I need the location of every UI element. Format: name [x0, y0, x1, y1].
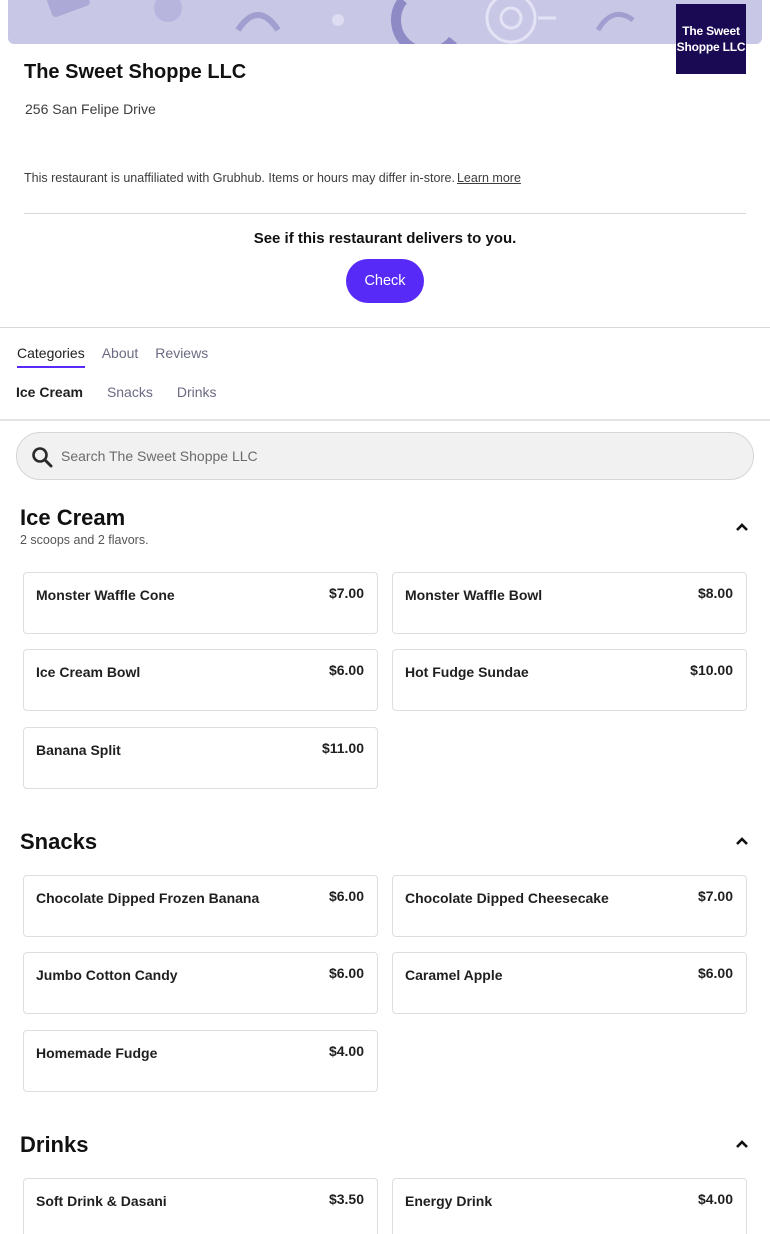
item-name: Jumbo Cotton Candy	[36, 967, 178, 983]
menu-search	[16, 432, 754, 480]
search-input[interactable]	[61, 433, 741, 479]
item-name: Chocolate Dipped Frozen Banana	[36, 890, 260, 906]
chevron-up-icon[interactable]	[733, 1135, 751, 1153]
category-nav: Ice Cream Snacks Drinks	[16, 384, 217, 400]
item-price: $7.00	[328, 585, 364, 601]
item-price: $4.00	[328, 1043, 364, 1059]
menu-item-card[interactable]: Chocolate Dipped Frozen Banana $6.00	[23, 875, 378, 937]
menu-item-card[interactable]: Hot Fudge Sundae $10.00	[392, 649, 747, 711]
divider	[0, 419, 770, 421]
search-icon	[32, 447, 53, 468]
section-subtitle-ice-cream: 2 scoops and 2 flavors.	[20, 533, 149, 547]
item-price: $6.00	[697, 965, 733, 981]
section-title-snacks: Snacks	[20, 829, 98, 854]
item-price: $11.00	[321, 740, 364, 756]
delivery-prompt: See if this restaurant delivers to you.	[253, 230, 517, 247]
restaurant-name: The Sweet Shoppe LLC	[24, 61, 247, 83]
unaffiliated-disclaimer: This restaurant is unaffiliated with Gru…	[24, 171, 521, 185]
check-delivery-button[interactable]: Check	[346, 259, 424, 303]
tab-reviews[interactable]: Reviews	[155, 345, 208, 368]
menu-item-card[interactable]: Monster Waffle Cone $7.00	[23, 572, 378, 634]
item-price: $6.00	[328, 888, 364, 904]
menu-item-card[interactable]: Monster Waffle Bowl $8.00	[392, 572, 747, 634]
item-name: Monster Waffle Cone	[36, 587, 175, 603]
chevron-up-icon[interactable]	[733, 832, 751, 850]
item-name: Hot Fudge Sundae	[405, 664, 529, 680]
item-price: $6.00	[328, 965, 364, 981]
item-price: $3.50	[328, 1191, 364, 1207]
divider	[0, 327, 770, 328]
category-nav-ice-cream[interactable]: Ice Cream	[16, 384, 83, 400]
tab-about[interactable]: About	[102, 345, 139, 368]
menu-item-card[interactable]: Jumbo Cotton Candy $6.00	[23, 952, 378, 1014]
item-name: Homemade Fudge	[36, 1045, 158, 1061]
divider	[24, 213, 746, 214]
menu-item-card[interactable]: Ice Cream Bowl $6.00	[23, 649, 378, 711]
menu-item-card[interactable]: Homemade Fudge $4.00	[23, 1030, 378, 1092]
menu-item-card[interactable]: Chocolate Dipped Cheesecake $7.00	[392, 875, 747, 937]
item-name: Chocolate Dipped Cheesecake	[405, 890, 609, 906]
tab-categories[interactable]: Categories	[17, 345, 85, 368]
item-name: Banana Split	[36, 742, 121, 758]
hero-banner	[8, 0, 762, 44]
item-price: $4.00	[697, 1191, 733, 1207]
item-name: Soft Drink & Dasani	[36, 1193, 167, 1209]
item-name: Ice Cream Bowl	[36, 664, 141, 680]
menu-item-card[interactable]: Soft Drink & Dasani $3.50	[23, 1178, 378, 1234]
menu-item-card[interactable]: Banana Split $11.00	[23, 727, 378, 789]
hero-pattern-icon	[46, 0, 635, 44]
info-tabs: Categories About Reviews	[17, 345, 208, 368]
section-title-drinks: Drinks	[20, 1132, 89, 1157]
restaurant-logo: The Sweet Shoppe LLC	[676, 4, 746, 74]
item-price: $7.00	[697, 888, 733, 904]
item-name: Energy Drink	[405, 1193, 493, 1209]
menu-item-card[interactable]: Energy Drink $4.00	[392, 1178, 747, 1234]
item-price: $10.00	[690, 662, 733, 678]
item-price: $8.00	[697, 585, 733, 601]
chevron-up-icon[interactable]	[733, 518, 751, 536]
restaurant-address: 256 San Felipe Drive	[25, 101, 156, 117]
disclaimer-text: This restaurant is unaffiliated with Gru…	[24, 171, 455, 185]
item-name: Monster Waffle Bowl	[405, 587, 543, 603]
section-title-ice-cream: Ice Cream	[20, 505, 126, 530]
category-nav-snacks[interactable]: Snacks	[107, 384, 153, 400]
learn-more-link[interactable]: Learn more	[457, 171, 521, 185]
category-nav-drinks[interactable]: Drinks	[177, 384, 217, 400]
item-name: Caramel Apple	[405, 967, 503, 983]
item-price: $6.00	[328, 662, 364, 678]
menu-item-card[interactable]: Caramel Apple $6.00	[392, 952, 747, 1014]
